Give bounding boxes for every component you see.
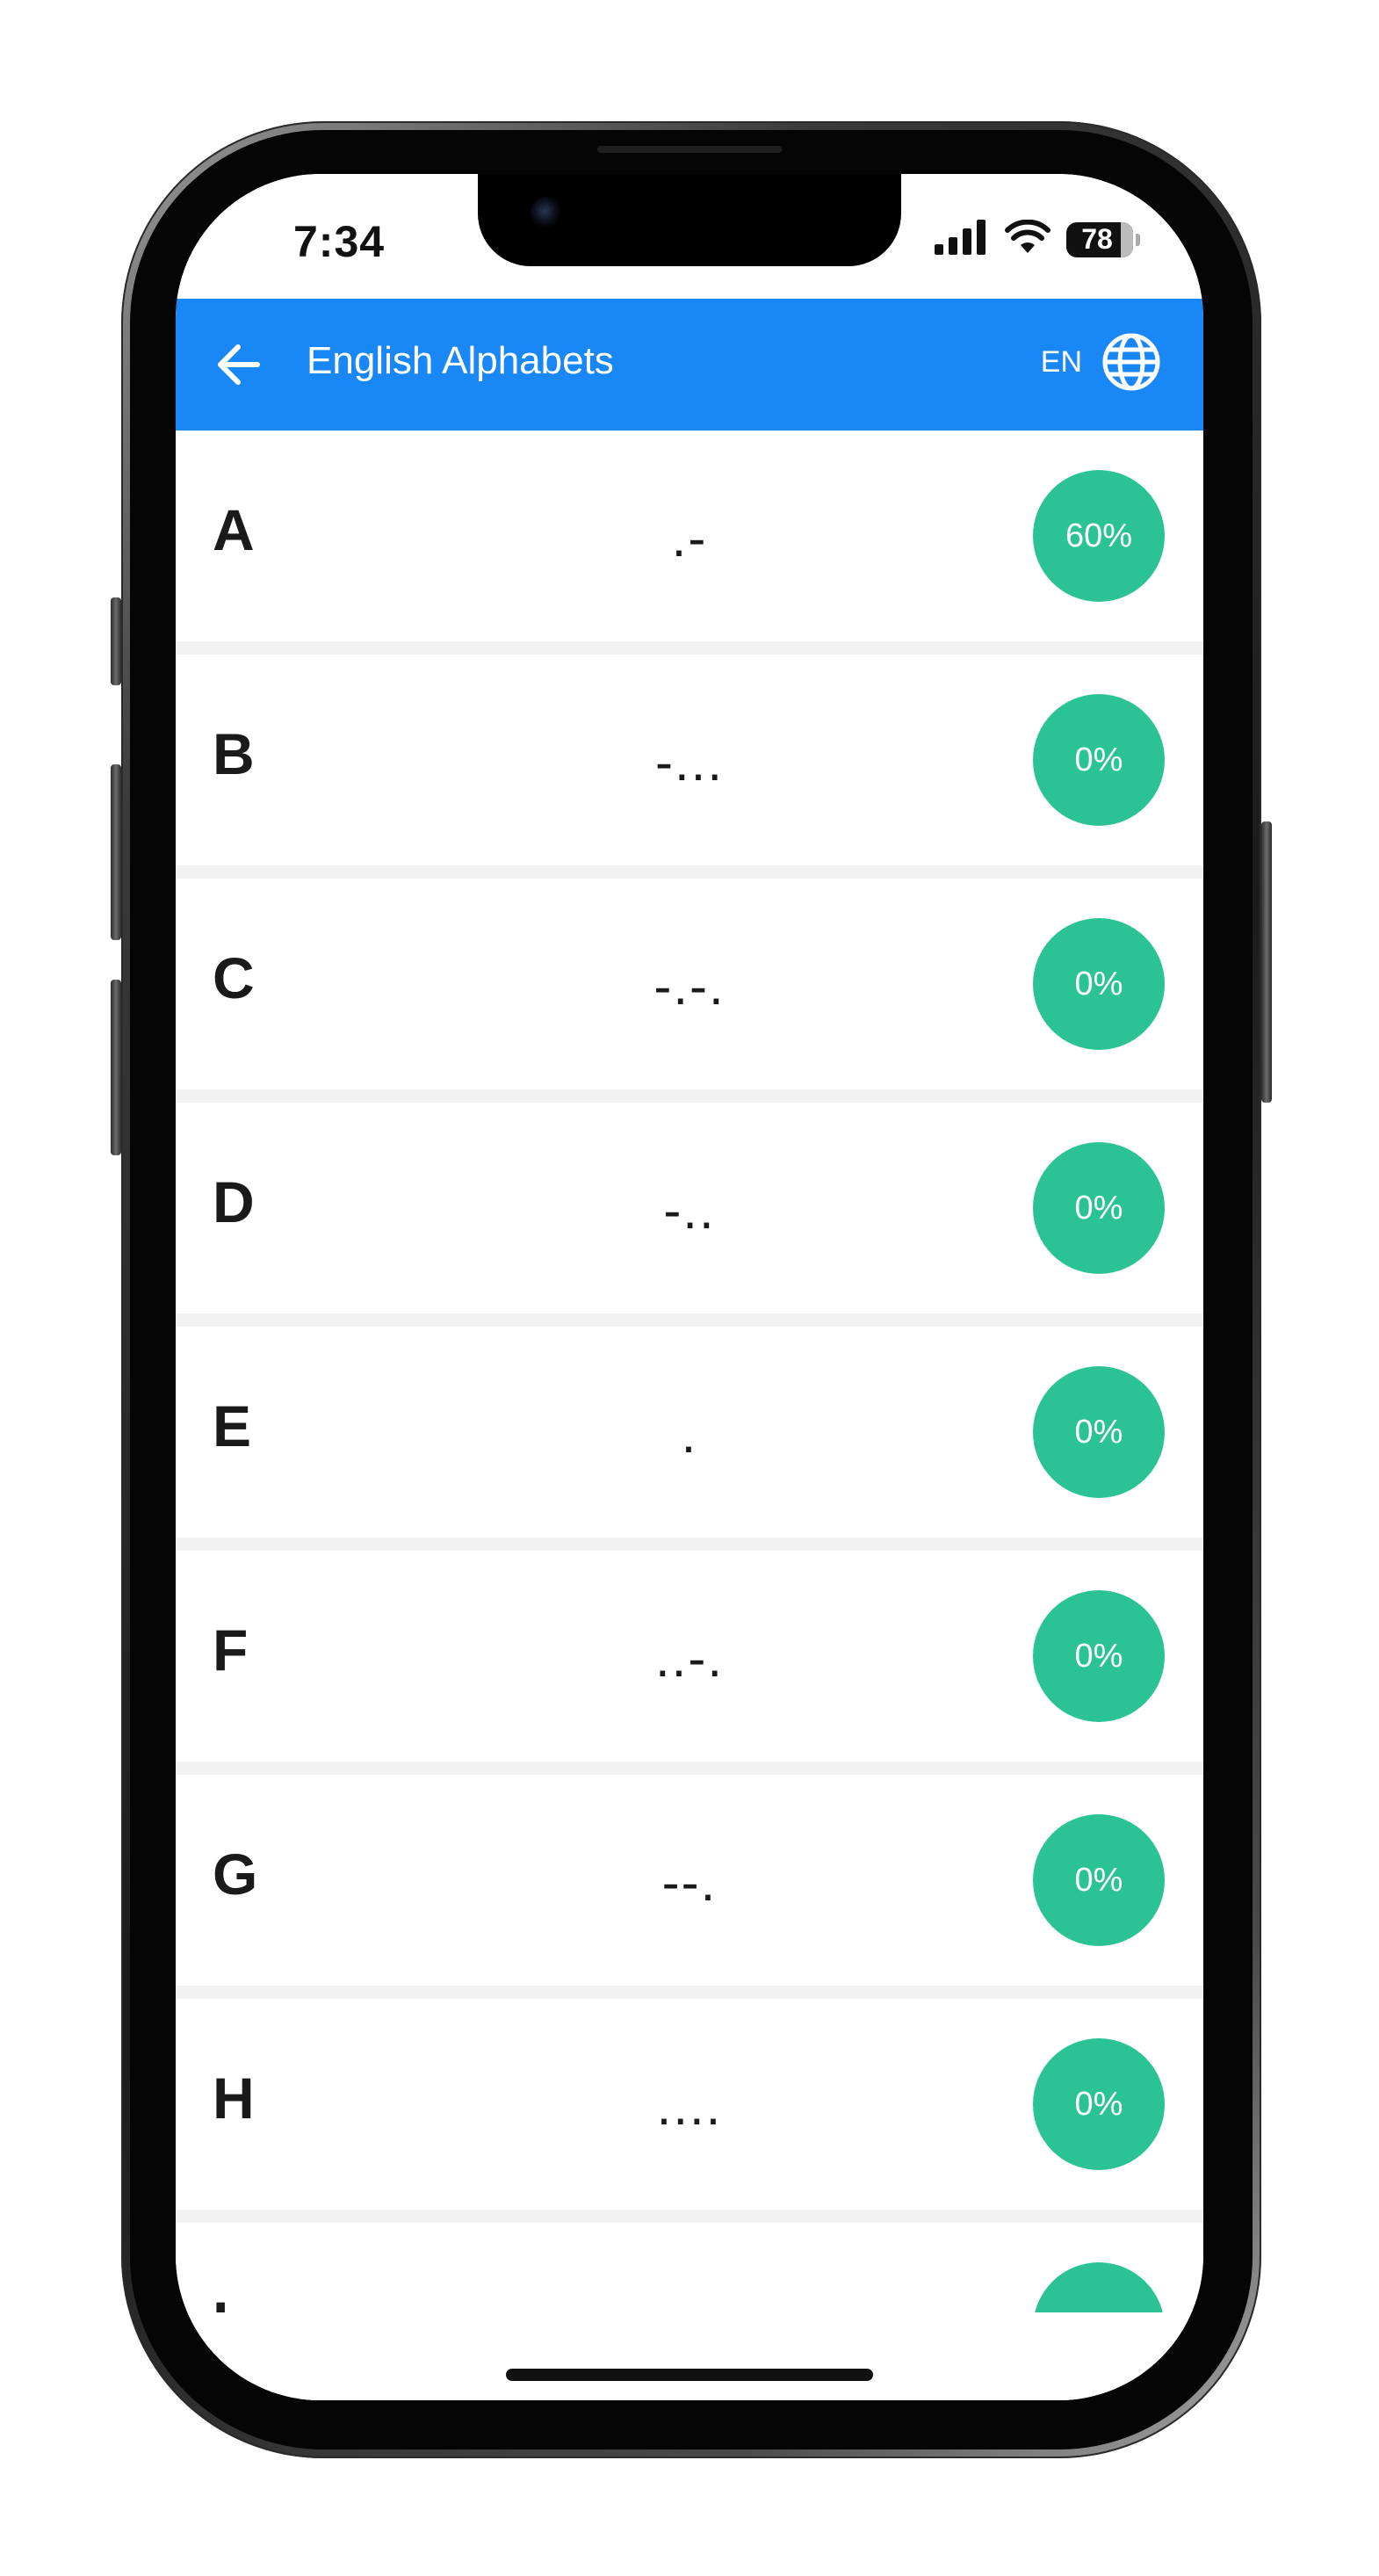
app-bar: English Alphabets EN bbox=[176, 299, 1203, 431]
letter-label: B bbox=[213, 721, 255, 786]
alphabet-row[interactable]: H.... 0% bbox=[176, 1999, 1203, 2223]
morse-code: -.-. bbox=[653, 957, 726, 1016]
progress-badge: 0% bbox=[1033, 1814, 1165, 1946]
silent-switch bbox=[111, 597, 121, 685]
language-code: EN bbox=[1040, 344, 1082, 379]
wifi-icon bbox=[1005, 219, 1050, 259]
letter-label: F bbox=[213, 1617, 249, 1682]
morse-code: --. bbox=[661, 1853, 718, 1912]
progress-badge: 0% bbox=[1033, 2038, 1165, 2170]
alphabet-row[interactable]: C -.-. 0% bbox=[176, 879, 1203, 1103]
back-button[interactable] bbox=[209, 336, 267, 394]
battery-level: 78 bbox=[1081, 223, 1113, 255]
alphabet-row[interactable]: B -... 0% bbox=[176, 655, 1203, 879]
battery-icon: 78 bbox=[1066, 221, 1140, 257]
alphabet-row[interactable]: G --. 0% bbox=[176, 1775, 1203, 1999]
bottom-safe-area bbox=[176, 2312, 1203, 2400]
letter-label: G bbox=[213, 1842, 258, 1907]
status-time: 7:34 bbox=[293, 217, 386, 266]
morse-code: -.. bbox=[663, 1181, 716, 1240]
volume-up-button bbox=[111, 764, 121, 940]
progress-badge: 60% bbox=[1033, 470, 1165, 602]
morse-code: . bbox=[681, 1405, 698, 1464]
app-screen: 7:34 78 English Alphabets EN A .- 60% B … bbox=[176, 174, 1203, 2400]
screenshot-stage: 7:34 78 English Alphabets EN A .- 60% B … bbox=[0, 0, 1379, 2576]
notch bbox=[478, 174, 901, 266]
arrow-left-icon bbox=[218, 344, 260, 385]
alphabet-row[interactable]: D -.. 0% bbox=[176, 1103, 1203, 1327]
morse-code: .... bbox=[656, 2077, 723, 2136]
alphabet-list: A .- 60% B -... 0% C -.-. 0% D -.. 0% E. 0% F ..-. 0% G --… bbox=[176, 431, 1203, 2400]
morse-code: -... bbox=[655, 733, 724, 792]
home-indicator[interactable] bbox=[506, 2369, 873, 2381]
speaker-grille bbox=[597, 146, 782, 153]
morse-code: ..-. bbox=[655, 1629, 724, 1688]
letter-label: A bbox=[213, 497, 255, 562]
alphabet-row[interactable]: A .- 60% bbox=[176, 431, 1203, 655]
progress-badge: 0% bbox=[1033, 1366, 1165, 1498]
letter-label: E bbox=[213, 1393, 252, 1458]
letter-label: C bbox=[213, 945, 255, 1010]
alphabet-row[interactable]: F ..-. 0% bbox=[176, 1551, 1203, 1775]
letter-label: D bbox=[213, 1169, 255, 1234]
power-button bbox=[1261, 821, 1272, 1103]
volume-down-button bbox=[111, 980, 121, 1155]
globe-icon bbox=[1102, 333, 1160, 391]
cellular-signal-icon bbox=[935, 220, 989, 259]
morse-code: .- bbox=[671, 509, 708, 568]
alphabet-row[interactable]: E. 0% bbox=[176, 1327, 1203, 1551]
progress-badge: 0% bbox=[1033, 1590, 1165, 1722]
battery-empty-segment bbox=[1121, 221, 1133, 257]
front-camera bbox=[531, 197, 562, 228]
progress-badge: 0% bbox=[1033, 694, 1165, 826]
progress-badge: 0% bbox=[1033, 918, 1165, 1050]
progress-badge: 0% bbox=[1033, 1142, 1165, 1274]
page-title: English Alphabets bbox=[307, 339, 614, 382]
letter-label: H bbox=[213, 2066, 255, 2131]
status-indicators: 78 bbox=[935, 219, 1140, 259]
language-selector[interactable]: EN bbox=[1041, 332, 1161, 392]
